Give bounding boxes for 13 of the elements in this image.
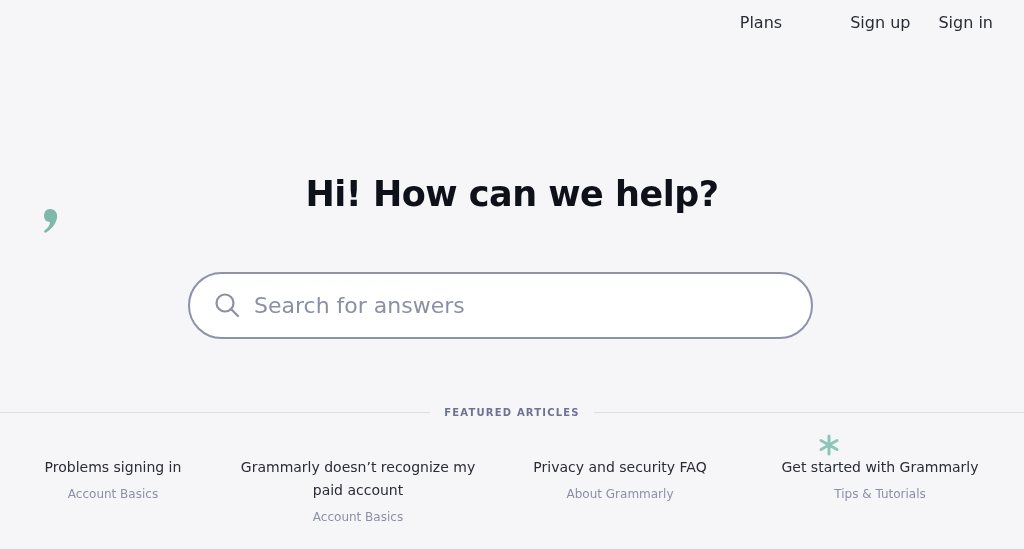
search-field[interactable]: Search for answers [188, 272, 813, 339]
page-heading: Hi! How can we help? [304, 173, 720, 216]
article-link[interactable]: Privacy and security FAQ [533, 456, 707, 479]
nav-link[interactable]: Plans [739, 12, 783, 46]
article-link[interactable]: Grammarly doesn’t recognize my paid account [232, 456, 484, 502]
comma-icon [41, 208, 59, 234]
section-heading: FEATURED ARTICLES [444, 407, 580, 418]
nav-link[interactable]: Sign up [850, 12, 911, 46]
article-link[interactable]: Problems signing in [44, 456, 182, 479]
nav-link[interactable]: Sign in [938, 12, 993, 46]
asterisk-icon [818, 434, 840, 456]
search-icon [214, 292, 240, 318]
article-link[interactable]: Get started with Grammarly [781, 456, 979, 479]
